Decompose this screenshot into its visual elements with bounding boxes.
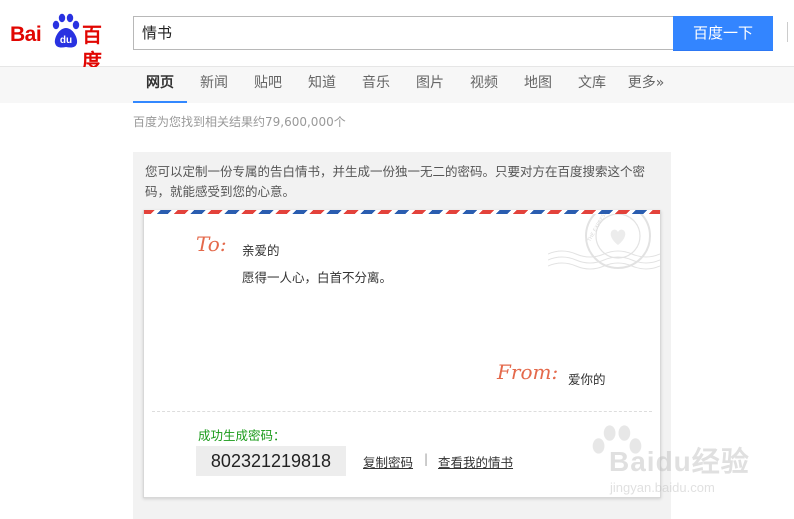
sender-name: 爱你的: [568, 372, 606, 387]
letter-message: 愿得一人心，白首不分离。: [242, 270, 393, 285]
watermark-text: Baidu经验: [609, 446, 750, 477]
paw-icon: du: [52, 13, 80, 48]
to-label: To:: [196, 232, 227, 256]
tab-video[interactable]: 视频: [466, 67, 502, 101]
nav-tabs: 网页 新闻 贴吧 知道 音乐 图片 视频 地图 文库 更多»: [0, 67, 794, 103]
view-letter-link[interactable]: 查看我的情书: [438, 452, 513, 471]
tab-wenku[interactable]: 文库: [574, 67, 610, 101]
card-description: 您可以定制一份专属的告白情书，并生成一份独一无二的密码。只要对方在百度搜索这个密…: [145, 164, 646, 199]
result-count: 百度为您找到相关结果约79,600,000个: [133, 115, 346, 129]
search-button[interactable]: 百度一下: [673, 16, 773, 51]
success-message: 成功生成密码：: [198, 428, 286, 443]
tab-zhidao[interactable]: 知道: [304, 67, 340, 101]
recipient-name: 亲爱的: [242, 243, 280, 258]
tab-map[interactable]: 地图: [520, 67, 556, 101]
tab-tieba[interactable]: 贴吧: [250, 67, 286, 101]
copy-code-link[interactable]: 复制密码: [363, 452, 413, 471]
link-separator: |: [424, 452, 429, 466]
tab-images[interactable]: 图片: [412, 67, 448, 101]
postmark-stamp-icon: THE EXPRESS · EXPRESS: [548, 214, 660, 270]
tab-news[interactable]: 新闻: [196, 67, 232, 101]
header: Bai du 百度 情书 百度一下: [0, 0, 794, 73]
dashed-divider: [152, 411, 652, 412]
header-divider: [787, 22, 794, 42]
logo-text-bai: Bai: [10, 23, 42, 46]
password-code[interactable]: 802321219818: [196, 446, 346, 476]
watermark-url: jingyan.baidu.com: [610, 480, 715, 495]
baidu-logo[interactable]: Bai du 百度: [10, 12, 118, 73]
search-input[interactable]: 情书: [133, 16, 673, 50]
baidu-jingyan-watermark: Baidu经验 jingyan.baidu.com: [582, 425, 794, 519]
logo-text-du: du: [60, 35, 72, 46]
from-label: From:: [497, 360, 559, 384]
tab-web[interactable]: 网页: [133, 67, 187, 103]
tab-more[interactable]: 更多»: [626, 67, 666, 101]
tab-music[interactable]: 音乐: [358, 67, 394, 101]
